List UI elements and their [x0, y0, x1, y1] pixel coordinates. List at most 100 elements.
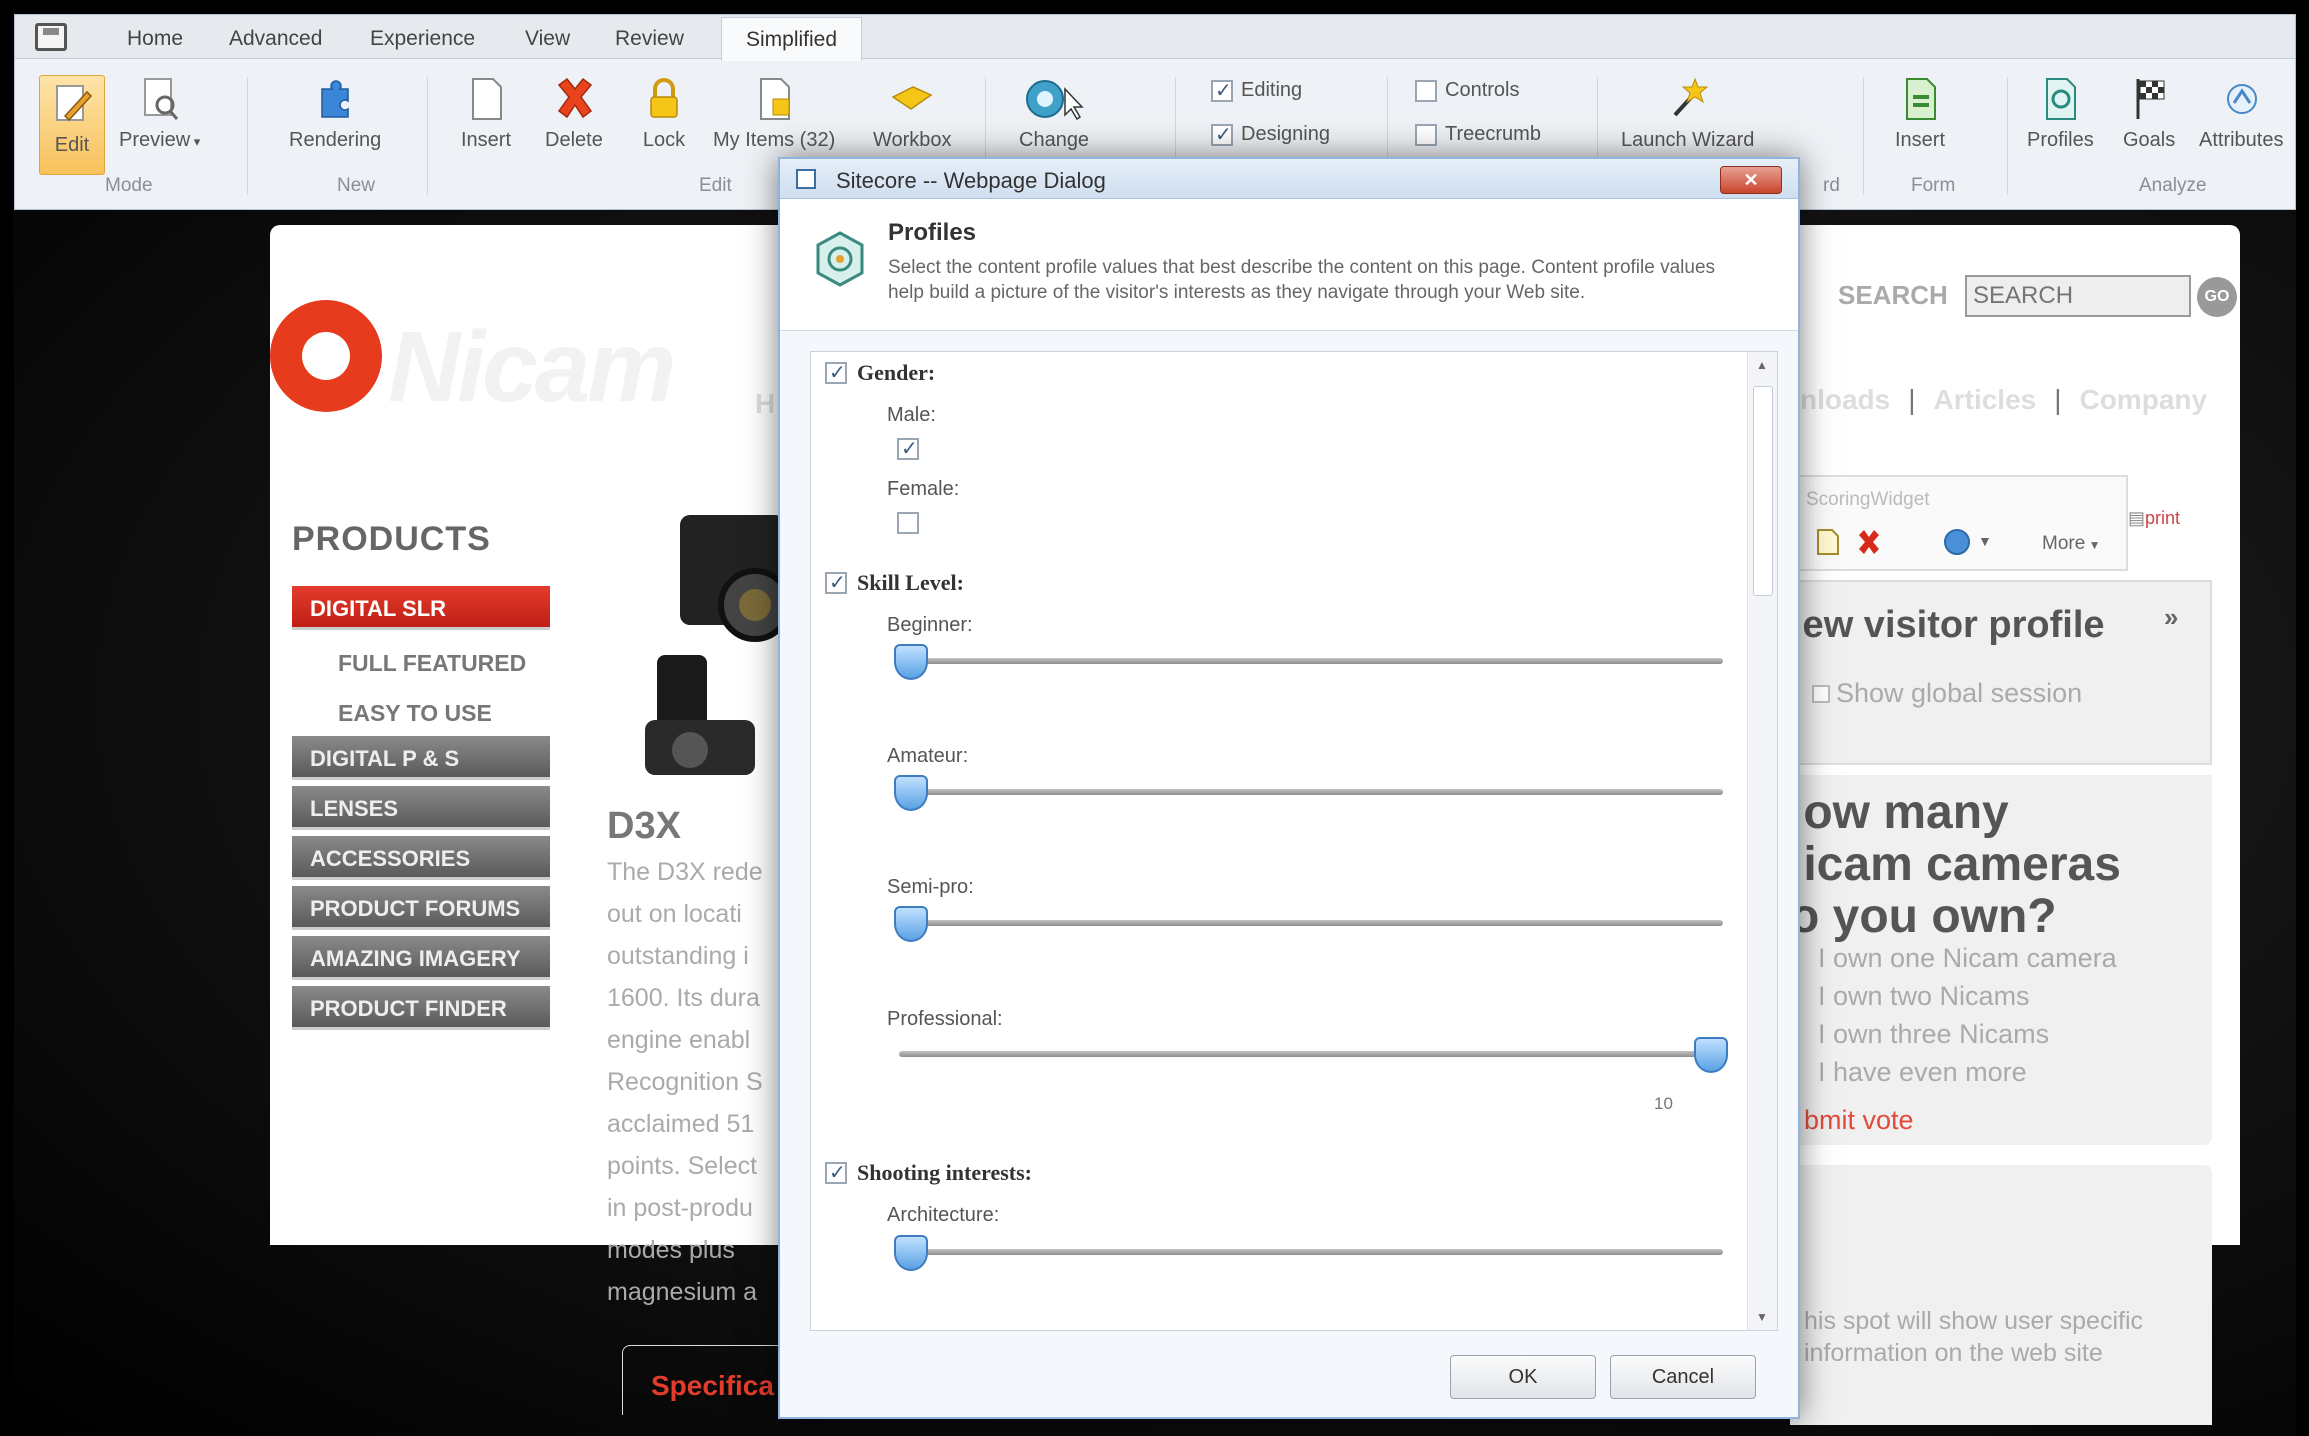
delete-button[interactable]: Delete — [545, 75, 603, 152]
section-shooting-interests[interactable]: Shooting interests: — [825, 1160, 1032, 1186]
ok-button[interactable]: OK — [1450, 1355, 1596, 1399]
delete-x-icon[interactable] — [1854, 527, 1884, 557]
more-dropdown[interactable]: More ▼ — [2042, 533, 2101, 555]
editing-checkbox-box[interactable] — [1211, 78, 1233, 102]
show-global-session-box[interactable] — [1812, 684, 1830, 703]
scroll-down-arrow-icon[interactable]: ▼ — [1756, 1310, 1768, 1324]
treecrumb-checkbox[interactable]: Treecrumb — [1415, 123, 1541, 146]
search-input[interactable] — [1965, 275, 2191, 317]
submenu-easy-to-use[interactable]: EASY TO USE — [338, 700, 492, 727]
show-global-session-checkbox[interactable]: Show global session — [1812, 678, 2082, 709]
tab-experience[interactable]: Experience — [370, 27, 475, 51]
change-button[interactable]: Change — [1019, 75, 1089, 152]
edit-pencil-icon — [56, 85, 93, 122]
scoring-widget: ScoringWidget ▼ More ▼ — [1790, 475, 2128, 571]
tab-home[interactable]: Home — [127, 27, 183, 51]
male-checkbox[interactable] — [897, 436, 919, 460]
menu-item-product-forums[interactable]: PRODUCT FORUMS — [292, 886, 550, 930]
description-line: modes plus — [607, 1236, 735, 1264]
edit-button[interactable]: Edit — [39, 75, 105, 175]
tab-simplified[interactable]: Simplified — [721, 17, 863, 61]
menu-item-digital-ps[interactable]: DIGITAL P & S — [292, 736, 550, 780]
cancel-button[interactable]: Cancel — [1610, 1355, 1756, 1399]
close-button[interactable]: ✕ — [1720, 166, 1782, 194]
professional-slider-track[interactable] — [899, 1051, 1723, 1057]
rendering-button[interactable]: Rendering — [289, 75, 381, 152]
ribbon-separator — [1863, 77, 1864, 195]
nav-item-home-fragment[interactable]: H — [755, 388, 775, 420]
edit-document-icon[interactable] — [1812, 527, 1842, 557]
submit-vote-link[interactable]: bmit vote — [1804, 1105, 1914, 1136]
nav-item-articles[interactable]: Articles — [1934, 384, 2037, 416]
delete-x-icon — [557, 77, 592, 119]
female-checkbox[interactable] — [897, 512, 919, 534]
workbox-button[interactable]: Workbox — [873, 75, 952, 152]
scroll-up-arrow-icon[interactable]: ▲ — [1756, 358, 1768, 372]
group-label-mode: Mode — [105, 175, 153, 196]
tab-advanced[interactable]: Advanced — [229, 27, 322, 51]
tab-view[interactable]: View — [525, 27, 570, 51]
controls-checkbox[interactable]: Controls — [1415, 79, 1519, 102]
expand-chevron-icon[interactable]: » — [2164, 602, 2178, 633]
my-items-button[interactable]: My Items (32) — [713, 75, 835, 152]
camera-product-image — [645, 515, 785, 775]
poll-option[interactable]: I have even more — [1818, 1057, 2027, 1088]
scrollbar-thumb[interactable] — [1753, 386, 1773, 596]
architecture-slider-track[interactable] — [899, 1249, 1723, 1255]
poll-option[interactable]: I own three Nicams — [1818, 1019, 2049, 1050]
menu-item-accessories[interactable]: ACCESSORIES — [292, 836, 550, 880]
professional-label: Professional: — [887, 1008, 1003, 1030]
menu-item-digital-slr[interactable]: DIGITAL SLR — [292, 586, 550, 630]
semi-pro-slider-track[interactable] — [899, 920, 1723, 926]
section-skill-level[interactable]: Skill Level: — [825, 570, 964, 596]
beginner-slider-thumb[interactable] — [894, 644, 928, 680]
attributes-button[interactable]: Attributes — [2199, 75, 2283, 152]
tab-review[interactable]: Review — [615, 27, 684, 51]
view-visitor-profile-panel: iew visitor profile » Show global sessio… — [1790, 580, 2212, 765]
amateur-slider-thumb[interactable] — [894, 775, 928, 811]
treecrumb-checkbox-box[interactable] — [1415, 123, 1437, 146]
dialog-titlebar[interactable]: Sitecore -- Webpage Dialog ✕ — [780, 159, 1798, 199]
nav-item-company[interactable]: Company — [2080, 384, 2208, 416]
nav-item-downloads[interactable]: nloads — [1800, 384, 1890, 416]
vertical-scrollbar[interactable]: ▲ ▼ — [1747, 352, 1777, 1330]
print-link[interactable]: ▤print — [2128, 508, 2180, 529]
nicam-logo-text[interactable]: Nicam — [388, 310, 676, 425]
beginner-slider-track[interactable] — [899, 658, 1723, 664]
launch-wizard-button[interactable]: Launch Wizard — [1621, 75, 1754, 152]
skill-level-checkbox[interactable] — [825, 570, 847, 594]
amateur-slider-track[interactable] — [899, 789, 1723, 795]
insert-form-button[interactable]: Insert — [1895, 75, 1945, 152]
profiles-button[interactable]: Profiles — [2027, 75, 2094, 152]
nicam-logo-icon[interactable] — [270, 300, 382, 412]
professional-slider-thumb[interactable] — [1694, 1037, 1728, 1073]
insert-button[interactable]: Insert — [461, 75, 511, 152]
menu-item-product-finder[interactable]: PRODUCT FINDER — [292, 986, 550, 1030]
workbox-icon — [891, 86, 933, 110]
menu-item-lenses[interactable]: LENSES — [292, 786, 550, 830]
semi-pro-slider-thumb[interactable] — [894, 906, 928, 942]
save-icon[interactable] — [35, 23, 67, 51]
lock-button[interactable]: Lock — [641, 75, 687, 152]
architecture-slider-thumb[interactable] — [894, 1235, 928, 1271]
submenu-full-featured[interactable]: FULL FEATURED — [338, 650, 526, 677]
poll-question-text: low many licam cameras o you own? — [1790, 786, 2121, 943]
description-line: Recognition S — [607, 1068, 763, 1096]
controls-checkbox-box[interactable] — [1415, 79, 1437, 102]
poll-option[interactable]: I own one Nicam camera — [1818, 943, 2117, 974]
shooting-interests-checkbox[interactable] — [825, 1160, 847, 1184]
section-gender[interactable]: Gender: — [825, 360, 935, 386]
designing-checkbox-box[interactable] — [1211, 122, 1233, 146]
workbox-label: Workbox — [873, 129, 952, 151]
editing-checkbox[interactable]: Editing — [1211, 78, 1302, 102]
goals-button[interactable]: Goals — [2123, 75, 2175, 152]
chevron-down-icon[interactable]: ▼ — [1978, 533, 1992, 549]
gender-checkbox[interactable] — [825, 360, 847, 384]
search-go-button[interactable]: GO — [2197, 277, 2237, 317]
poll-option[interactable]: I own two Nicams — [1818, 981, 2030, 1012]
preview-button[interactable]: Preview ▾ — [119, 75, 200, 152]
globe-icon[interactable] — [1942, 527, 1972, 557]
tab-specifications[interactable]: Specifica — [622, 1345, 802, 1415]
menu-item-amazing-imagery[interactable]: AMAZING IMAGERY — [292, 936, 550, 980]
designing-checkbox[interactable]: Designing — [1211, 122, 1330, 146]
